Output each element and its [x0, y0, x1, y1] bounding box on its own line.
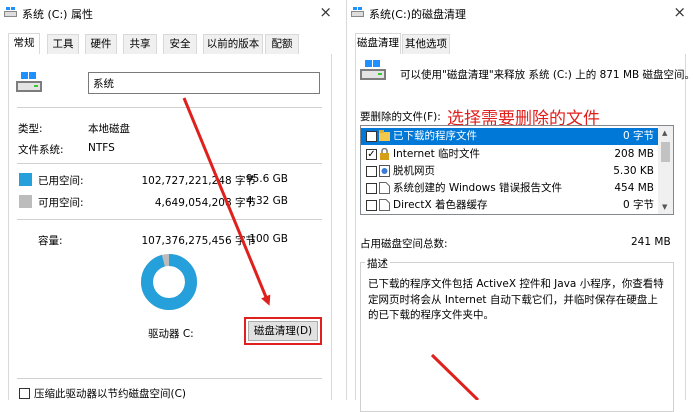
- window-title: 系统(C:)的磁盘清理: [369, 8, 466, 21]
- close-icon[interactable]: ×: [319, 3, 332, 21]
- compress-label: 压缩此驱动器以节约磁盘空间(C): [34, 388, 187, 400]
- files-label: 要删除的文件(F):: [360, 111, 441, 123]
- usage-donut-chart: [141, 254, 197, 310]
- file-name: Internet 临时文件: [393, 148, 481, 160]
- file-checkbox[interactable]: [366, 200, 377, 211]
- divider: [17, 378, 322, 379]
- file-icon: [379, 199, 390, 211]
- cleanup-titlebar: 系统(C:)的磁盘清理 ×: [347, 0, 693, 26]
- file-size: 5.30 KB: [613, 165, 654, 177]
- tab-security[interactable]: 安全: [163, 34, 197, 54]
- description-text: 已下载的程序文件包括 ActiveX 控件和 Java 小程序，你查看特定网页时…: [368, 278, 664, 321]
- used-swatch: [19, 173, 32, 186]
- type-label: 类型:: [18, 123, 43, 135]
- capacity-size: 100 GB: [249, 233, 288, 245]
- general-panel: [8, 54, 332, 400]
- window-title: 系统 (C:) 属性: [22, 8, 93, 21]
- divider: [17, 219, 322, 220]
- used-bytes: 102,727,221,248 字节: [141, 175, 256, 187]
- list-scrollbar[interactable]: ▲ ▼: [658, 126, 673, 214]
- description-title: 描述: [365, 256, 390, 271]
- compress-checkbox[interactable]: [19, 388, 30, 399]
- file-checkbox[interactable]: ✓: [366, 131, 377, 142]
- file-name: 系统创建的 Windows 错误报告文件: [393, 182, 563, 194]
- fs-label: 文件系统:: [18, 144, 64, 156]
- list-item[interactable]: 系统创建的 Windows 错误报告文件 454 MB: [361, 180, 660, 197]
- scroll-up-icon[interactable]: ▲: [662, 129, 667, 137]
- tab-strip: 磁盘清理 其他选项: [355, 33, 686, 55]
- files-list[interactable]: ✓ 已下载的程序文件 0 字节 ✓ Internet 临时文件 208 MB 脱…: [360, 125, 674, 215]
- total-value: 241 MB: [631, 236, 671, 248]
- file-icon: [379, 182, 390, 194]
- file-size: 0 字节: [622, 130, 654, 142]
- tab-sharing[interactable]: 共享: [123, 34, 157, 54]
- tab-general[interactable]: 常规: [8, 33, 40, 54]
- used-label: 已用空间:: [38, 175, 84, 187]
- close-icon[interactable]: ×: [673, 3, 686, 21]
- free-label: 可用空间:: [38, 197, 84, 209]
- list-item[interactable]: ✓ Internet 临时文件 208 MB: [361, 146, 660, 163]
- lock-icon: [380, 148, 389, 160]
- drive-large-icon: [360, 60, 386, 80]
- drive-icon: [4, 7, 17, 17]
- scroll-thumb[interactable]: [661, 142, 670, 162]
- capacity-label: 容量:: [38, 235, 63, 247]
- free-size: 4.32 GB: [245, 195, 288, 207]
- tab-more-options[interactable]: 其他选项: [402, 34, 450, 54]
- drive-icon: [351, 7, 364, 17]
- tab-quota[interactable]: 配额: [265, 34, 299, 54]
- tab-disk-cleanup[interactable]: 磁盘清理: [355, 33, 401, 54]
- used-size: 95.6 GB: [245, 173, 288, 185]
- total-label: 占用磁盘空间总数:: [360, 238, 448, 250]
- drive-large-icon: [16, 72, 42, 92]
- divider: [17, 107, 322, 108]
- cleanup-intro: 可以使用"磁盘清理"来释放 系统 (C:) 上的 871 MB 磁盘空间。: [400, 69, 693, 81]
- list-item[interactable]: 脱机网页 5.30 KB: [361, 163, 660, 180]
- properties-titlebar: 系统 (C:) 属性 ×: [0, 0, 340, 26]
- properties-window: 系统 (C:) 属性 × 常规 工具 硬件 共享 安全 以前的版本 配额 系统 …: [0, 0, 341, 400]
- file-checkbox[interactable]: ✓: [366, 149, 377, 160]
- tab-tools[interactable]: 工具: [47, 34, 79, 54]
- list-item[interactable]: DirectX 着色器缓存 0 字节: [361, 197, 660, 214]
- list-item[interactable]: ✓ 已下载的程序文件 0 字节: [361, 128, 660, 145]
- file-name: DirectX 着色器缓存: [393, 199, 488, 211]
- file-size: 0 字节: [622, 199, 654, 211]
- divider: [17, 163, 322, 164]
- file-size: 208 MB: [614, 148, 654, 160]
- scroll-down-icon[interactable]: ▼: [662, 203, 667, 211]
- file-checkbox[interactable]: [366, 183, 377, 194]
- file-size: 454 MB: [614, 182, 654, 194]
- file-name: 已下载的程序文件: [393, 130, 477, 142]
- drive-label: 驱动器 C:: [148, 328, 194, 340]
- file-checkbox[interactable]: [366, 166, 377, 177]
- file-name: 脱机网页: [393, 165, 435, 177]
- tab-strip: 常规 工具 硬件 共享 安全 以前的版本 配额: [8, 33, 332, 55]
- capacity-bytes: 107,376,275,456 字节: [141, 235, 256, 247]
- tab-hardware[interactable]: 硬件: [85, 34, 117, 54]
- free-swatch: [19, 195, 32, 208]
- disk-cleanup-button[interactable]: 磁盘清理(D): [248, 321, 318, 341]
- type-value: 本地磁盘: [88, 123, 130, 135]
- offline-page-icon: [379, 165, 390, 177]
- fs-value: NTFS: [88, 142, 115, 154]
- used-ring: [141, 254, 197, 310]
- drive-name-input[interactable]: 系统: [88, 72, 320, 94]
- free-bytes: 4,649,054,208 字节: [154, 197, 256, 209]
- tab-previous-versions[interactable]: 以前的版本: [203, 34, 263, 54]
- folder-icon: [379, 130, 390, 141]
